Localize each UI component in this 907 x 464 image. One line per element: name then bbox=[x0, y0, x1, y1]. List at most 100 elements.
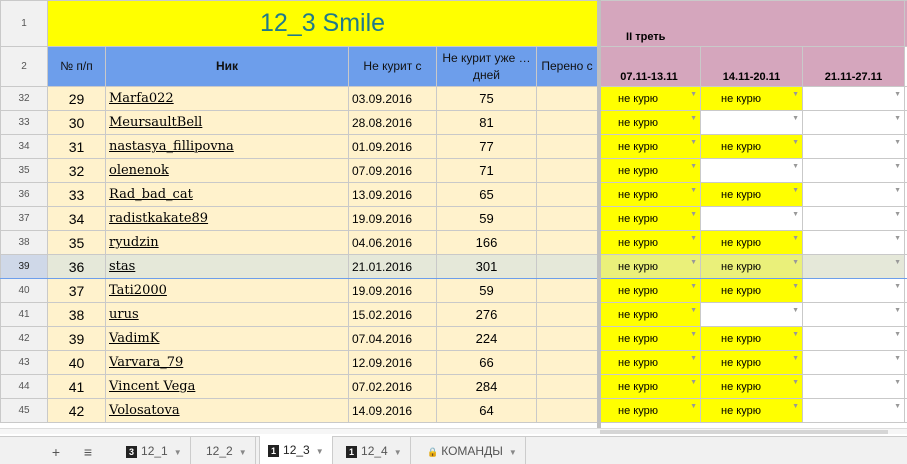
cell-status-w2[interactable]: не курю ▼ bbox=[700, 182, 804, 207]
row-header[interactable]: 40 bbox=[0, 278, 48, 303]
row-header[interactable]: 36 bbox=[0, 182, 48, 207]
chevron-down-icon[interactable]: ▼ bbox=[316, 447, 324, 456]
cell-since[interactable]: 07.02.2016 bbox=[348, 374, 437, 399]
table-row[interactable]: 40 37 Tati2000 19.09.2016 59 не курю ▼ не курю ▼… bbox=[0, 278, 907, 303]
dropdown-arrow-icon[interactable]: ▼ bbox=[792, 115, 799, 122]
cell-no[interactable]: 32 bbox=[47, 158, 106, 183]
dropdown-arrow-icon[interactable]: ▼ bbox=[894, 235, 901, 242]
cell-status-w3[interactable]: ▼ bbox=[802, 206, 906, 231]
header-week1[interactable]: 07.11-13.11 bbox=[597, 46, 702, 87]
dropdown-arrow-icon[interactable]: ▼ bbox=[690, 283, 697, 290]
header-moved[interactable]: Перено с bbox=[535, 46, 599, 87]
cell-since[interactable]: 03.09.2016 bbox=[348, 86, 437, 111]
dropdown-arrow-icon[interactable]: ▼ bbox=[690, 115, 697, 122]
cell-since[interactable]: 01.09.2016 bbox=[348, 134, 437, 159]
cell-days[interactable]: 276 bbox=[436, 302, 537, 327]
sheet-tab[interactable]: 3 12_1 ▼ bbox=[118, 437, 191, 464]
cell-days[interactable]: 166 bbox=[436, 230, 537, 255]
cell-no[interactable]: 36 bbox=[47, 254, 106, 279]
cell-since[interactable]: 07.09.2016 bbox=[348, 158, 437, 183]
cell-no[interactable]: 41 bbox=[47, 374, 106, 399]
cell-status-w2[interactable]: не курю ▼ bbox=[700, 86, 804, 111]
cell-status-w2[interactable]: не курю ▼ bbox=[700, 134, 804, 159]
cell-nick[interactable]: Volosatova bbox=[105, 398, 349, 423]
cell-no[interactable]: 29 bbox=[47, 86, 106, 111]
dropdown-arrow-icon[interactable]: ▼ bbox=[894, 355, 901, 362]
cell-days[interactable]: 284 bbox=[436, 374, 537, 399]
cell-status-w1[interactable]: не курю ▼ bbox=[597, 110, 702, 135]
dropdown-arrow-icon[interactable]: ▼ bbox=[792, 379, 799, 386]
table-row[interactable]: 36 33 Rad_bad_cat 13.09.2016 65 не курю ▼ не ку… bbox=[0, 182, 907, 207]
dropdown-arrow-icon[interactable]: ▼ bbox=[894, 163, 901, 170]
dropdown-arrow-icon[interactable]: ▼ bbox=[690, 379, 697, 386]
chevron-down-icon[interactable]: ▼ bbox=[174, 448, 182, 457]
dropdown-arrow-icon[interactable]: ▼ bbox=[690, 211, 697, 218]
cell-no[interactable]: 34 bbox=[47, 206, 106, 231]
cell-status-w3[interactable]: ▼ bbox=[802, 278, 906, 303]
dropdown-arrow-icon[interactable]: ▼ bbox=[792, 235, 799, 242]
cell-nick[interactable]: VadimK bbox=[105, 326, 349, 351]
cell-days[interactable]: 77 bbox=[436, 134, 537, 159]
table-row[interactable]: 32 29 Marfa022 03.09.2016 75 не курю ▼ не курю ▼… bbox=[0, 86, 907, 111]
row-header[interactable]: 42 bbox=[0, 326, 48, 351]
cell-no[interactable]: 39 bbox=[47, 326, 106, 351]
dropdown-arrow-icon[interactable]: ▼ bbox=[792, 403, 799, 410]
header-days[interactable]: Не курит уже … дней bbox=[436, 46, 537, 87]
cell-moved[interactable] bbox=[535, 278, 599, 303]
cell-since[interactable]: 14.09.2016 bbox=[348, 398, 437, 423]
dropdown-arrow-icon[interactable]: ▼ bbox=[690, 307, 697, 314]
dropdown-arrow-icon[interactable]: ▼ bbox=[792, 163, 799, 170]
dropdown-arrow-icon[interactable]: ▼ bbox=[894, 91, 901, 98]
cell-days[interactable]: 301 bbox=[436, 254, 537, 279]
header-no[interactable]: № п/п bbox=[47, 46, 106, 87]
cell-days[interactable]: 65 bbox=[436, 182, 537, 207]
dropdown-arrow-icon[interactable]: ▼ bbox=[690, 331, 697, 338]
cell-status-w3[interactable]: ▼ bbox=[802, 134, 906, 159]
cell-status-w1[interactable]: не курю ▼ bbox=[597, 350, 702, 375]
cell-status-w2[interactable]: ▼ bbox=[700, 302, 804, 327]
cell-moved[interactable] bbox=[535, 134, 599, 159]
header-week3[interactable]: 21.11-27.11 bbox=[802, 46, 906, 87]
cell-no[interactable]: 35 bbox=[47, 230, 106, 255]
cell-days[interactable]: 66 bbox=[436, 350, 537, 375]
table-row[interactable]: 42 39 VadimK 07.04.2016 224 не курю ▼ не курю ▼ ▼ bbox=[0, 326, 907, 351]
row-header[interactable]: 39 bbox=[0, 254, 48, 279]
cell-days[interactable]: 71 bbox=[436, 158, 537, 183]
cell-nick[interactable]: stas bbox=[105, 254, 349, 279]
cell-nick[interactable]: urus bbox=[105, 302, 349, 327]
cell-status-w3[interactable]: ▼ bbox=[802, 86, 906, 111]
dropdown-arrow-icon[interactable]: ▼ bbox=[894, 283, 901, 290]
dropdown-arrow-icon[interactable]: ▼ bbox=[894, 187, 901, 194]
cell-nick[interactable]: Marfa022 bbox=[105, 86, 349, 111]
dropdown-arrow-icon[interactable]: ▼ bbox=[690, 91, 697, 98]
chevron-down-icon[interactable]: ▼ bbox=[239, 448, 247, 457]
table-row[interactable]: 38 35 ryudzin 04.06.2016 166 не курю ▼ не курю ▼… bbox=[0, 230, 907, 255]
sheet-tab[interactable]: 1 12_4 ▼ bbox=[338, 437, 411, 464]
add-sheet-button[interactable]: + bbox=[46, 443, 66, 461]
cell-since[interactable]: 12.09.2016 bbox=[348, 350, 437, 375]
dropdown-arrow-icon[interactable]: ▼ bbox=[690, 403, 697, 410]
cell-no[interactable]: 31 bbox=[47, 134, 106, 159]
table-row[interactable]: 39 36 stas 21.01.2016 301 не курю ▼ не курю ▼ ▼ bbox=[0, 254, 907, 279]
dropdown-arrow-icon[interactable]: ▼ bbox=[792, 211, 799, 218]
cell-nick[interactable]: Tati2000 bbox=[105, 278, 349, 303]
dropdown-arrow-icon[interactable]: ▼ bbox=[690, 187, 697, 194]
cell-status-w2[interactable]: не курю ▼ bbox=[700, 326, 804, 351]
sheet-tab[interactable]: 1 12_3 ▼ bbox=[259, 436, 333, 464]
dropdown-arrow-icon[interactable]: ▼ bbox=[894, 211, 901, 218]
cell-status-w2[interactable]: не курю ▼ bbox=[700, 278, 804, 303]
cell-status-w3[interactable]: ▼ bbox=[802, 326, 906, 351]
table-row[interactable]: 37 34 radistkakate89 19.09.2016 59 не курю ▼ ▼ ▼ bbox=[0, 206, 907, 231]
cell-since[interactable]: 13.09.2016 bbox=[348, 182, 437, 207]
row-header[interactable]: 33 bbox=[0, 110, 48, 135]
cell-moved[interactable] bbox=[535, 158, 599, 183]
row-header[interactable]: 44 bbox=[0, 374, 48, 399]
row-header[interactable]: 38 bbox=[0, 230, 48, 255]
table-row[interactable]: 34 31 nastasya_fillipovna 01.09.2016 77 не ку… bbox=[0, 134, 907, 159]
cell-since[interactable]: 21.01.2016 bbox=[348, 254, 437, 279]
cell-no[interactable]: 38 bbox=[47, 302, 106, 327]
header-since[interactable]: Не курит с bbox=[348, 46, 437, 87]
dropdown-arrow-icon[interactable]: ▼ bbox=[792, 307, 799, 314]
cell-status-w3[interactable]: ▼ bbox=[802, 374, 906, 399]
dropdown-arrow-icon[interactable]: ▼ bbox=[894, 259, 901, 266]
